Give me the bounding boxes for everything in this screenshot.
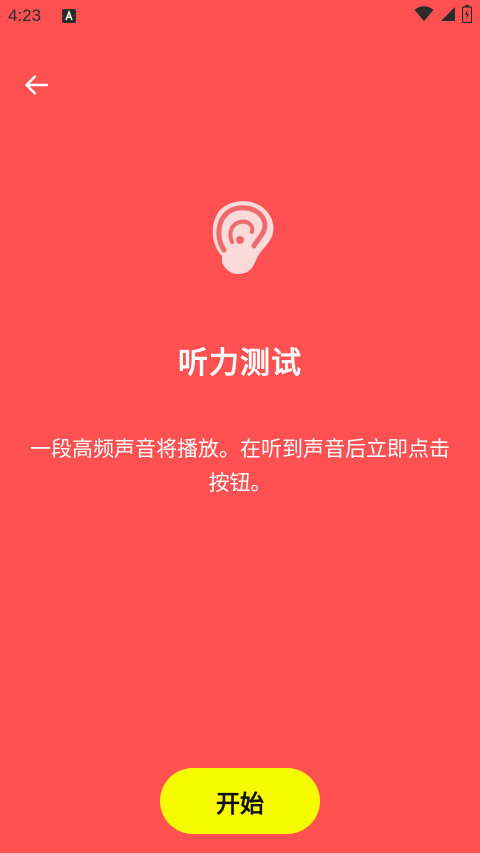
- arrow-left-icon: [25, 75, 49, 95]
- status-icons: [414, 5, 473, 27]
- battery-icon: [461, 5, 473, 27]
- start-button[interactable]: 开始: [160, 768, 320, 834]
- page-title: 听力测试: [178, 346, 302, 381]
- status-bar: 4:23: [0, 0, 480, 34]
- wifi-icon: [414, 6, 434, 26]
- status-time: 4:23: [8, 6, 42, 25]
- ear-icon: [202, 194, 278, 278]
- signal-icon: [440, 6, 456, 26]
- instruction-text: 一段高频声音将播放。在听到声音后立即点击按钮。: [30, 437, 450, 495]
- back-button[interactable]: [20, 70, 54, 100]
- app-notification-icon: [62, 9, 76, 23]
